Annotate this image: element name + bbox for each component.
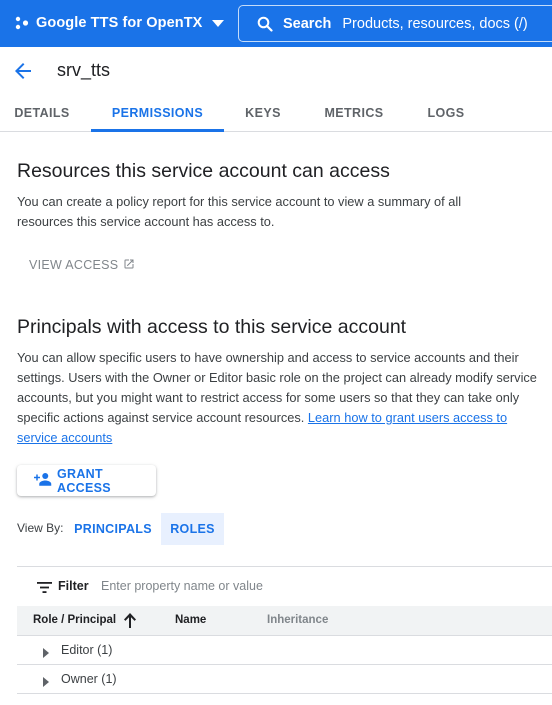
filter-label: Filter	[58, 579, 89, 593]
column-name[interactable]: Name	[175, 614, 206, 626]
view-by-roles[interactable]: ROLES	[161, 513, 224, 545]
row-label: Editor (1)	[61, 643, 113, 657]
search-box[interactable]: Search Products, resources, docs (/)	[238, 5, 552, 42]
tab-bar: DETAILS PERMISSIONS KEYS METRICS LOGS	[0, 96, 552, 132]
filter-input[interactable]	[101, 573, 521, 599]
triangle-right-icon[interactable]	[43, 645, 49, 663]
resources-description: You can create a policy report for this …	[17, 194, 462, 229]
table-row[interactable]: Editor (1)	[17, 636, 552, 665]
person-add-icon	[22, 472, 52, 489]
active-tab-indicator	[91, 129, 224, 132]
column-inheritance[interactable]: Inheritance	[267, 614, 328, 626]
project-name: Google TTS for OpenTX	[36, 15, 203, 31]
search-icon	[257, 16, 273, 32]
triangle-right-icon[interactable]	[43, 674, 49, 692]
project-picker-icon	[14, 15, 30, 31]
principals-heading: Principals with access to this service a…	[17, 316, 407, 338]
filter-bar: Filter	[17, 566, 552, 606]
grant-access-label: GRANT ACCESS	[57, 466, 111, 495]
table-header: Role / Principal Name Inheritance	[17, 606, 552, 636]
tab-permissions[interactable]: PERMISSIONS	[91, 96, 224, 132]
caret-down-icon	[212, 19, 225, 27]
filter-icon	[37, 580, 52, 598]
tab-logs[interactable]: LOGS	[416, 96, 476, 132]
column-role-principal[interactable]: Role / Principal	[33, 614, 116, 626]
view-access-button[interactable]: VIEW ACCESS	[17, 250, 147, 280]
view-by-principals[interactable]: PRINCIPALS	[66, 513, 160, 545]
grant-access-button[interactable]: GRANT ACCESS	[17, 465, 156, 496]
page-title: srv_tts	[57, 60, 111, 80]
view-access-label: VIEW ACCESS	[29, 258, 119, 272]
arrow-back-icon[interactable]	[11, 59, 35, 83]
principals-description: You can allow specific users to have own…	[17, 348, 537, 448]
top-app-bar: Google TTS for OpenTX Search Products, r…	[0, 0, 552, 47]
row-label: Owner (1)	[61, 672, 117, 686]
title-row: srv_tts	[0, 47, 552, 95]
tab-details[interactable]: DETAILS	[0, 96, 84, 132]
arrow-upward-icon[interactable]	[123, 613, 137, 633]
tab-keys[interactable]: KEYS	[231, 96, 295, 132]
open-in-new-icon	[118, 258, 135, 273]
search-placeholder: Products, resources, docs (/)	[342, 15, 528, 32]
table-row[interactable]: Owner (1)	[17, 665, 552, 694]
search-label: Search	[283, 15, 332, 32]
view-by-label: View By:	[17, 521, 64, 535]
tab-metrics[interactable]: METRICS	[315, 96, 393, 132]
project-picker[interactable]: Google TTS for OpenTX	[14, 12, 225, 34]
resources-heading: Resources this service account can acces…	[17, 160, 390, 182]
